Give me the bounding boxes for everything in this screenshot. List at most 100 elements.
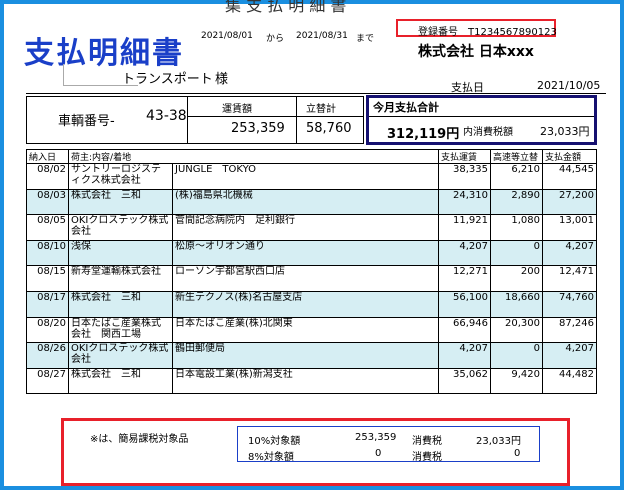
row-date: 08/26: [26, 342, 69, 369]
monthly-total-label: 今月支払合計: [373, 101, 439, 114]
vehicle-number: 43-38: [146, 108, 187, 124]
period-kara: から: [266, 34, 285, 44]
table-row: 08/03 株式会社 三和 (株)福島県北機械 24,310 2,890 27,…: [26, 188, 598, 216]
row-toll: 9,420: [490, 367, 544, 395]
rate10-label: 10%対象額: [248, 436, 301, 447]
fare-total-value: 253,359: [231, 121, 285, 136]
payment-date: 2021/10/05: [537, 79, 601, 92]
row-fare: 56,100: [438, 290, 492, 318]
rate10-tax-label: 消費税: [412, 436, 442, 447]
row-destination: 松原～オリオン通り: [171, 239, 440, 267]
included-tax-label: 内消費税額: [463, 127, 513, 138]
cut-off-title: 集 支 払 明 細 書: [225, 0, 347, 15]
vehicle-number-label: 車輌番号-: [58, 114, 115, 129]
row-amount: 13,001: [542, 214, 598, 241]
row-amount: 27,200: [542, 188, 598, 216]
customer-honorific: 様: [215, 72, 229, 87]
row-destination: 菅間記念病院内 足利銀行: [171, 214, 440, 241]
row-destination: (株)福島県北機械: [171, 188, 440, 216]
row-toll: 0: [490, 239, 544, 267]
row-toll: 1,080: [490, 214, 544, 241]
header-divider: [26, 93, 606, 94]
row-date: 08/02: [26, 163, 69, 190]
row-shipper: 株式会社 三和: [68, 290, 173, 318]
table-row: 08/15 新寿堂運輸株式会社 ローソン宇都宮駅西口店 12,271 200 1…: [26, 265, 598, 292]
table-row: 08/27 株式会社 三和 日本電設工業(株)新潟支社 35,062 9,420…: [26, 367, 598, 395]
row-shipper: OKIクロステック株式会社: [68, 214, 173, 241]
registration-number: 登録番号 T1234567890123: [396, 19, 557, 38]
row-date: 08/20: [26, 316, 69, 344]
row-toll: 18,660: [490, 290, 544, 318]
simplified-tax-note: ※は、簡易課税対象品: [90, 434, 189, 445]
table-row: 08/20 日本たばこ産業株式会社 関西工場 日本たばこ産業(株)北関東 66,…: [26, 316, 598, 344]
row-destination: 日本たばこ産業(株)北関東: [171, 316, 440, 344]
row-date: 08/05: [26, 214, 69, 241]
row-shipper: 日本たばこ産業株式会社 関西工場: [68, 316, 173, 344]
row-fare: 66,946: [438, 316, 492, 344]
row-date: 08/15: [26, 265, 69, 292]
row-fare: 35,062: [438, 367, 492, 395]
rate8-tax-label: 消費税: [412, 452, 442, 463]
table-row: 08/26 OKIクロステック株式会社 鶴田郵便局 4,207 0 4,207: [26, 342, 598, 369]
row-shipper: 浅保: [68, 239, 173, 267]
rate10-value: 253,359: [355, 432, 397, 443]
col-shipper-dest: 荷主:内容/着地: [67, 149, 440, 164]
table-row: 08/02 サントリーロジスティクス株式会社 JUNGLE TOKYO 38,3…: [26, 163, 598, 190]
row-fare: 38,335: [438, 163, 492, 190]
fee-divider: [296, 96, 297, 144]
row-toll: 2,890: [490, 188, 544, 216]
summary-header-line: [187, 116, 364, 117]
row-shipper: OKIクロステック株式会社: [68, 342, 173, 369]
row-amount: 12,471: [542, 265, 598, 292]
table-row: 08/10 浅保 松原～オリオン通り 4,207 0 4,207: [26, 239, 598, 267]
row-amount: 87,246: [542, 316, 598, 344]
row-fare: 4,207: [438, 239, 492, 267]
detail-table: 納入日 荷主:内容/着地 支払運賃 高速等立替 支払金額 08/02 サントリー…: [26, 149, 598, 395]
row-date: 08/10: [26, 239, 69, 267]
row-fare: 4,207: [438, 342, 492, 369]
row-destination: 日本電設工業(株)新潟支社: [171, 367, 440, 395]
row-fare: 11,921: [438, 214, 492, 241]
period-made: まで: [356, 34, 375, 44]
included-tax-value: 23,033円: [540, 125, 590, 138]
issuer-company: 株式会社 日本xxx: [418, 44, 534, 60]
row-amount: 74,760: [542, 290, 598, 318]
row-fare: 12,271: [438, 265, 492, 292]
monthly-total-line: [369, 116, 594, 117]
rate8-tax-value: 0: [514, 448, 521, 459]
row-date: 08/03: [26, 188, 69, 216]
row-amount: 4,207: [542, 239, 598, 267]
row-amount: 44,482: [542, 367, 598, 395]
row-destination: ローソン宇都宮駅西口店: [171, 265, 440, 292]
col-amount: 支払金額: [542, 149, 598, 164]
rate10-tax-value: 23,033円: [476, 436, 521, 447]
customer-name: トランスポート: [122, 72, 213, 87]
period-from: 2021/08/01: [201, 31, 253, 41]
fare-total-label: 運賃額: [222, 104, 252, 115]
rate8-label: 8%対象額: [248, 452, 294, 463]
row-toll: 20,300: [490, 316, 544, 344]
row-fare: 24,310: [438, 188, 492, 216]
advance-total-value: 58,760: [306, 121, 352, 136]
period-to: 2021/08/31: [296, 31, 348, 41]
row-toll: 0: [490, 342, 544, 369]
row-date: 08/17: [26, 290, 69, 318]
monthly-total-value: 312,119円: [387, 127, 460, 142]
col-delivery-date: 納入日: [26, 149, 69, 164]
vehicle-divider: [187, 96, 188, 144]
row-destination: 新生テクノス(株)名古屋支店: [171, 290, 440, 318]
row-shipper: サントリーロジスティクス株式会社: [68, 163, 173, 190]
table-header-row: 納入日 荷主:内容/着地 支払運賃 高速等立替 支払金額: [26, 149, 598, 164]
row-toll: 200: [490, 265, 544, 292]
table-row: 08/17 株式会社 三和 新生テクノス(株)名古屋支店 56,100 18,6…: [26, 290, 598, 318]
col-fare: 支払運賃: [438, 149, 492, 164]
row-shipper: 株式会社 三和: [68, 367, 173, 395]
row-shipper: 株式会社 三和: [68, 188, 173, 216]
row-shipper: 新寿堂運輸株式会社: [68, 265, 173, 292]
row-amount: 44,545: [542, 163, 598, 190]
row-date: 08/27: [26, 367, 69, 395]
row-toll: 6,210: [490, 163, 544, 190]
row-destination: JUNGLE TOKYO: [171, 163, 440, 190]
row-destination: 鶴田郵便局: [171, 342, 440, 369]
table-row: 08/05 OKIクロステック株式会社 菅間記念病院内 足利銀行 11,921 …: [26, 214, 598, 241]
